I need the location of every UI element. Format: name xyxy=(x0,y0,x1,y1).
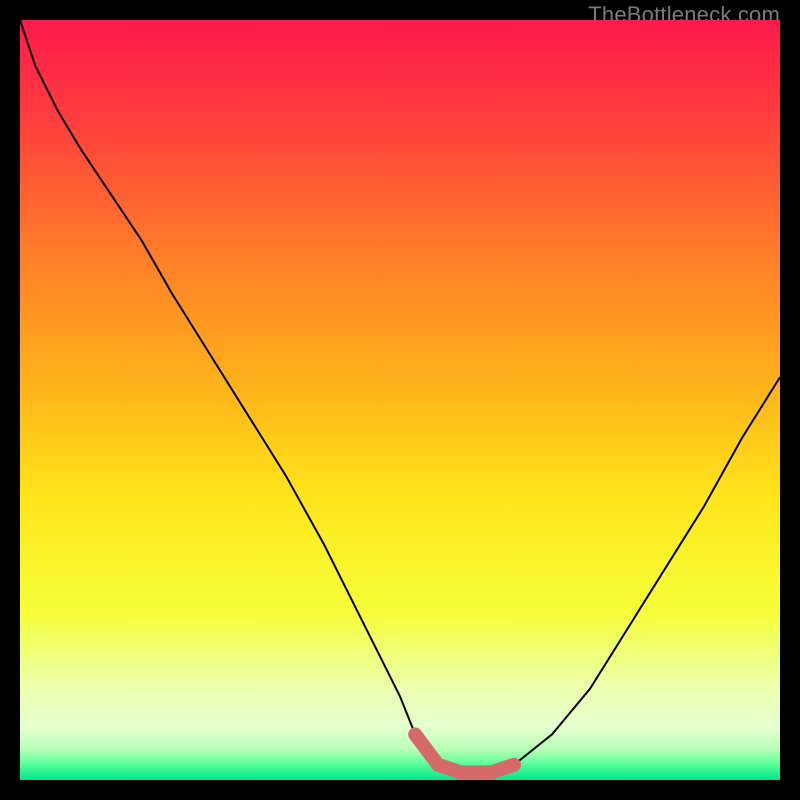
gradient-background xyxy=(20,20,780,780)
chart-plot xyxy=(20,20,780,780)
chart-frame: TheBottleneck.com xyxy=(0,0,800,800)
